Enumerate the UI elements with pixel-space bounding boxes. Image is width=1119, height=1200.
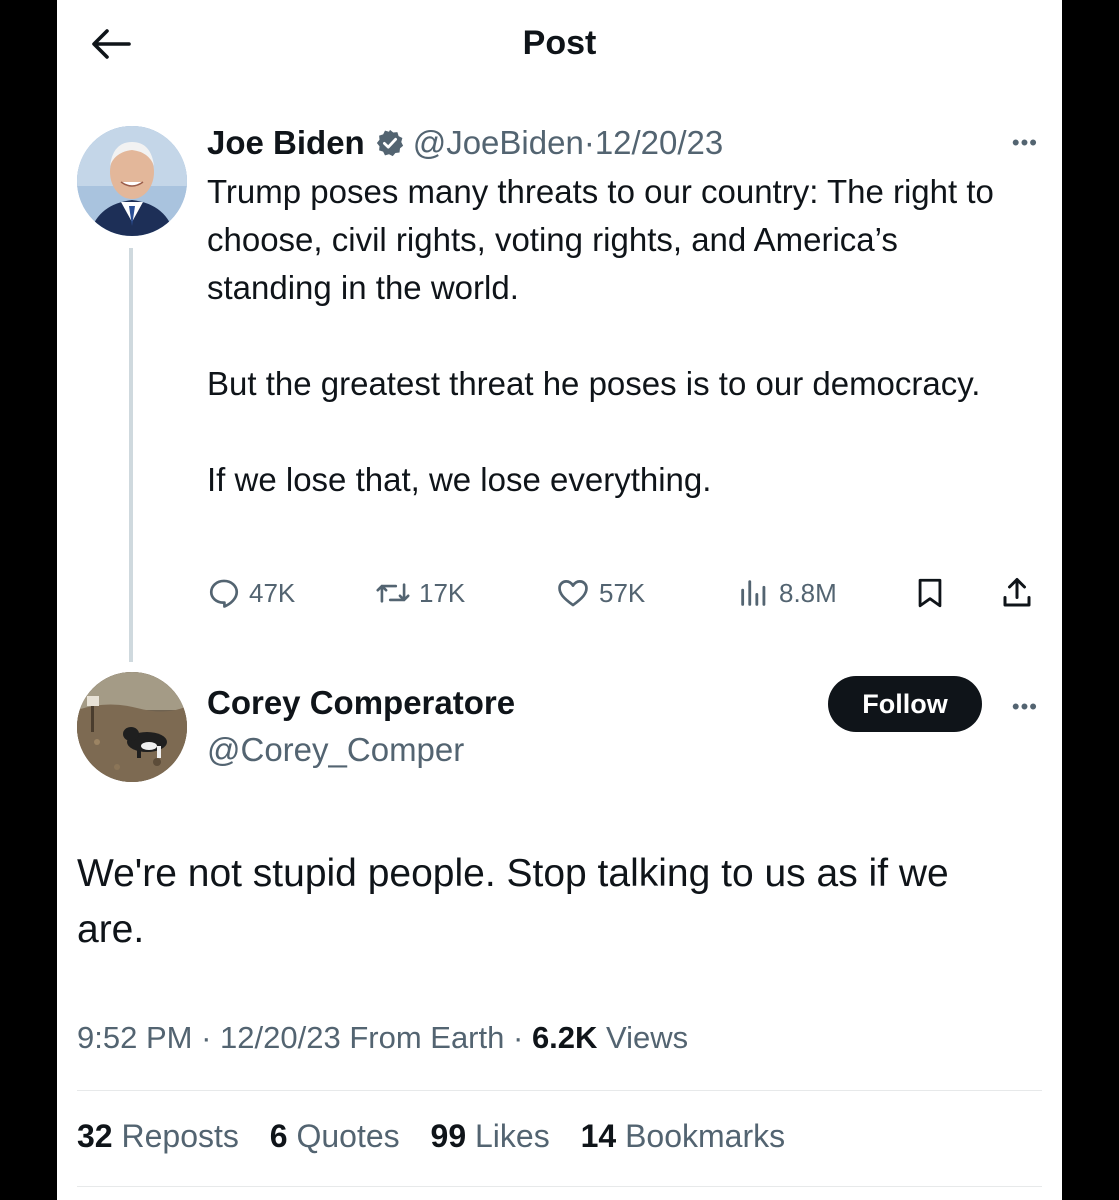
repost-button[interactable]: 17K — [375, 570, 465, 616]
views-count: 6.2K — [531, 1020, 598, 1055]
verified-badge-icon — [376, 129, 403, 157]
bookmarks-label: Bookmarks — [625, 1118, 786, 1154]
reply-icon — [209, 579, 239, 608]
tweet-date[interactable]: 12/20/23 — [595, 124, 723, 162]
tweet-time[interactable]: 9:52 PM — [77, 1020, 192, 1055]
thread-connector-line — [129, 248, 133, 662]
page-title: Post — [522, 24, 597, 62]
views-button[interactable]: 8.8M — [737, 570, 837, 616]
quotes-count: 6 — [269, 1118, 288, 1154]
screenshot-frame: Post Joe Biden @JoeBiden · 12/20/23 ••• … — [0, 0, 1119, 1200]
tweet-paragraph: But the greatest threat he poses is to o… — [207, 365, 981, 402]
bookmarks-stat[interactable]: 14 Bookmarks — [581, 1118, 786, 1154]
avatar-corey-comperatore[interactable] — [77, 672, 187, 782]
author-name[interactable]: Joe Biden — [207, 124, 365, 162]
meta-separator: · — [583, 124, 595, 161]
reply-tweet-text: We're not stupid people. Stop talking to… — [77, 852, 949, 951]
tweet-date[interactable]: 12/20/23 — [220, 1020, 341, 1055]
meta-separator: · — [512, 1020, 524, 1055]
more-horizontal-icon: ••• — [1011, 694, 1038, 719]
share-button[interactable] — [999, 570, 1043, 616]
like-count: 57K — [599, 577, 646, 608]
tweet-action-bar: 47K 17K 57K 8.8M — [207, 570, 1039, 616]
reposts-count: 32 — [77, 1118, 113, 1154]
post-screen: Post Joe Biden @JoeBiden · 12/20/23 ••• … — [57, 0, 1062, 1200]
likes-count: 99 — [430, 1118, 467, 1154]
repost-icon — [376, 583, 410, 603]
more-horizontal-icon: ••• — [1011, 130, 1038, 155]
bookmark-button[interactable] — [913, 570, 955, 616]
divider — [77, 1186, 1042, 1187]
reply-tweet-meta: 9:52 PM · 12/20/23 From Earth · 6.2K Vie… — [77, 1020, 688, 1056]
views-count: 8.8M — [779, 577, 837, 608]
avatar-image — [77, 672, 187, 782]
reply-button[interactable]: 47K — [207, 570, 295, 616]
quotes-stat[interactable]: 6 Quotes — [270, 1118, 400, 1154]
tweet-paragraph: If we lose that, we lose everything. — [207, 461, 712, 498]
bookmark-icon — [918, 578, 942, 608]
reply-author-name[interactable]: Corey Comperatore — [207, 684, 515, 722]
views-label: Views — [606, 1020, 689, 1055]
engagement-stats: 32 Reposts 6 Quotes 99 Likes 14 Bookmark… — [77, 1118, 807, 1155]
repost-count: 17K — [419, 577, 466, 608]
reply-count: 47K — [249, 577, 296, 608]
reposts-stat[interactable]: 32 Reposts — [77, 1118, 239, 1154]
likes-stat[interactable]: 99 Likes — [431, 1118, 550, 1154]
tweet-paragraph: Trump poses many threats to our country:… — [207, 173, 994, 306]
reply-more-options-button[interactable]: ••• — [1012, 694, 1038, 720]
analytics-icon — [741, 580, 766, 606]
meta-separator: · — [201, 1020, 212, 1055]
divider — [77, 1090, 1042, 1091]
bookmarks-count: 14 — [580, 1118, 617, 1154]
author-handle[interactable]: @JoeBiden — [413, 124, 584, 162]
like-button[interactable]: 57K — [555, 570, 645, 616]
heart-icon — [558, 580, 588, 607]
follow-button[interactable]: Follow — [828, 676, 982, 732]
parent-tweet-header: Joe Biden @JoeBiden · 12/20/23 — [207, 122, 723, 164]
share-icon — [1003, 578, 1031, 607]
parent-tweet-text: Trump poses many threats to our country:… — [207, 168, 1027, 504]
more-options-button[interactable]: ••• — [1012, 130, 1038, 156]
likes-label: Likes — [475, 1118, 550, 1154]
tweet-source: From Earth — [349, 1020, 505, 1055]
reposts-label: Reposts — [121, 1118, 239, 1154]
reply-author-handle[interactable]: @Corey_Comper — [207, 731, 464, 769]
quotes-label: Quotes — [296, 1118, 400, 1154]
avatar-joe-biden[interactable] — [77, 126, 187, 236]
avatar-image — [77, 126, 187, 236]
